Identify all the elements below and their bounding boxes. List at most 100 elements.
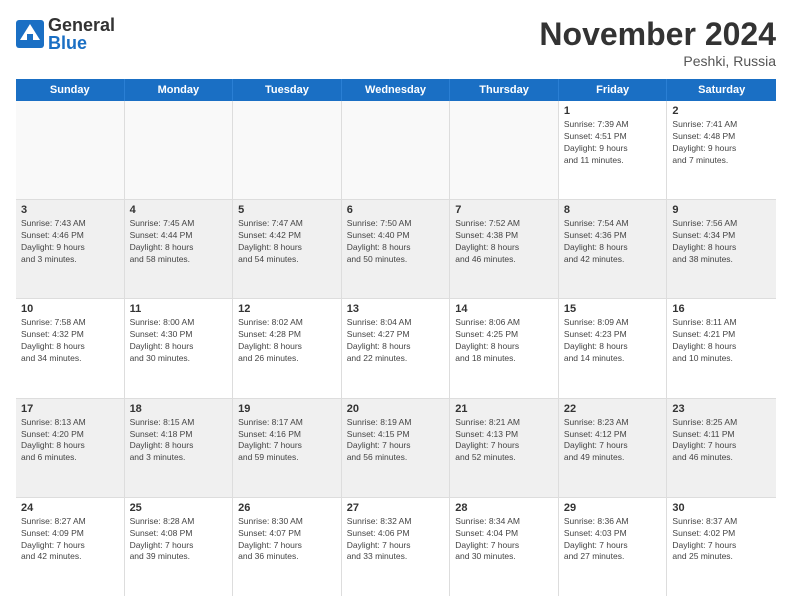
day-detail: Sunrise: 7:50 AM Sunset: 4:40 PM Dayligh… xyxy=(347,218,445,266)
header-wednesday: Wednesday xyxy=(342,79,451,101)
day-number: 4 xyxy=(130,204,228,216)
day-number: 16 xyxy=(672,303,771,315)
day-detail: Sunrise: 8:19 AM Sunset: 4:15 PM Dayligh… xyxy=(347,417,445,465)
calendar-cell-r4-c5: 29 Sunrise: 8:36 AM Sunset: 4:03 PM Dayli… xyxy=(559,498,668,596)
day-detail: Sunrise: 8:21 AM Sunset: 4:13 PM Dayligh… xyxy=(455,417,553,465)
location: Peshki, Russia xyxy=(539,53,776,69)
day-number: 6 xyxy=(347,204,445,216)
calendar-cell-r3-c0: 17Sunrise: 8:13 AM Sunset: 4:20 PM Dayli… xyxy=(16,399,125,497)
logo-general-text: General xyxy=(48,16,115,34)
calendar-cell-r0-c5: 1 Sunrise: 7:39 AM Sunset: 4:51 PM Daylig… xyxy=(559,101,668,199)
calendar-cell-r4-c3: 27Sunrise: 8:32 AM Sunset: 4:06 PM Dayli… xyxy=(342,498,451,596)
day-number: 10 xyxy=(21,303,119,315)
calendar-cell-r4-c0: 24 Sunrise: 8:27 AM Sunset: 4:09 PM Dayli… xyxy=(16,498,125,596)
calendar-cell-r2-c4: 14 Sunrise: 8:06 AM Sunset: 4:25 PM Dayli… xyxy=(450,299,559,397)
day-detail: Sunrise: 7:39 AM Sunset: 4:51 PM Dayligh… xyxy=(564,119,662,167)
calendar-row-0: 1 Sunrise: 7:39 AM Sunset: 4:51 PM Daylig… xyxy=(16,101,776,200)
calendar-row-1: 3 Sunrise: 7:43 AM Sunset: 4:46 PM Daylig… xyxy=(16,200,776,299)
day-detail: Sunrise: 8:09 AM Sunset: 4:23 PM Dayligh… xyxy=(564,317,662,365)
calendar-cell-r2-c6: 16Sunrise: 8:11 AM Sunset: 4:21 PM Dayli… xyxy=(667,299,776,397)
day-number: 7 xyxy=(455,204,553,216)
day-detail: Sunrise: 8:32 AM Sunset: 4:06 PM Dayligh… xyxy=(347,516,445,564)
calendar-cell-r4-c6: 30Sunrise: 8:37 AM Sunset: 4:02 PM Dayli… xyxy=(667,498,776,596)
calendar-cell-r3-c2: 19Sunrise: 8:17 AM Sunset: 4:16 PM Dayli… xyxy=(233,399,342,497)
day-detail: Sunrise: 8:15 AM Sunset: 4:18 PM Dayligh… xyxy=(130,417,228,465)
day-detail: Sunrise: 8:17 AM Sunset: 4:16 PM Dayligh… xyxy=(238,417,336,465)
day-number: 17 xyxy=(21,403,119,415)
day-detail: Sunrise: 7:47 AM Sunset: 4:42 PM Dayligh… xyxy=(238,218,336,266)
day-number: 5 xyxy=(238,204,336,216)
calendar-cell-r2-c2: 12Sunrise: 8:02 AM Sunset: 4:28 PM Dayli… xyxy=(233,299,342,397)
calendar-cell-r3-c4: 21 Sunrise: 8:21 AM Sunset: 4:13 PM Dayli… xyxy=(450,399,559,497)
calendar-cell-r1-c6: 9Sunrise: 7:56 AM Sunset: 4:34 PM Daylig… xyxy=(667,200,776,298)
day-number: 9 xyxy=(672,204,771,216)
header-saturday: Saturday xyxy=(667,79,776,101)
day-number: 18 xyxy=(130,403,228,415)
calendar-cell-r1-c5: 8 Sunrise: 7:54 AM Sunset: 4:36 PM Daylig… xyxy=(559,200,668,298)
day-number: 23 xyxy=(672,403,771,415)
day-detail: Sunrise: 8:27 AM Sunset: 4:09 PM Dayligh… xyxy=(21,516,119,564)
day-number: 13 xyxy=(347,303,445,315)
calendar-cell-r1-c4: 7 Sunrise: 7:52 AM Sunset: 4:38 PM Daylig… xyxy=(450,200,559,298)
calendar-cell-r2-c5: 15Sunrise: 8:09 AM Sunset: 4:23 PM Dayli… xyxy=(559,299,668,397)
calendar-cell-r2-c1: 11 Sunrise: 8:00 AM Sunset: 4:30 PM Dayli… xyxy=(125,299,234,397)
calendar-row-3: 17Sunrise: 8:13 AM Sunset: 4:20 PM Dayli… xyxy=(16,399,776,498)
calendar-cell-r0-c0 xyxy=(16,101,125,199)
calendar-cell-r0-c3 xyxy=(342,101,451,199)
day-number: 1 xyxy=(564,105,662,117)
calendar-cell-r0-c2 xyxy=(233,101,342,199)
day-detail: Sunrise: 7:52 AM Sunset: 4:38 PM Dayligh… xyxy=(455,218,553,266)
day-number: 2 xyxy=(672,105,771,117)
header: General Blue November 2024 Peshki, Russi… xyxy=(16,16,776,69)
day-number: 29 xyxy=(564,502,662,514)
calendar-cell-r3-c5: 22 Sunrise: 8:23 AM Sunset: 4:12 PM Dayli… xyxy=(559,399,668,497)
calendar-cell-r1-c2: 5 Sunrise: 7:47 AM Sunset: 4:42 PM Daylig… xyxy=(233,200,342,298)
calendar: Sunday Monday Tuesday Wednesday Thursday… xyxy=(16,79,776,596)
day-number: 28 xyxy=(455,502,553,514)
day-detail: Sunrise: 7:54 AM Sunset: 4:36 PM Dayligh… xyxy=(564,218,662,266)
calendar-row-4: 24 Sunrise: 8:27 AM Sunset: 4:09 PM Dayli… xyxy=(16,498,776,596)
day-number: 24 xyxy=(21,502,119,514)
day-detail: Sunrise: 8:25 AM Sunset: 4:11 PM Dayligh… xyxy=(672,417,771,465)
header-tuesday: Tuesday xyxy=(233,79,342,101)
calendar-cell-r1-c0: 3 Sunrise: 7:43 AM Sunset: 4:46 PM Daylig… xyxy=(16,200,125,298)
day-detail: Sunrise: 8:36 AM Sunset: 4:03 PM Dayligh… xyxy=(564,516,662,564)
day-number: 3 xyxy=(21,204,119,216)
day-detail: Sunrise: 7:41 AM Sunset: 4:48 PM Dayligh… xyxy=(672,119,771,167)
calendar-cell-r4-c2: 26Sunrise: 8:30 AM Sunset: 4:07 PM Dayli… xyxy=(233,498,342,596)
calendar-cell-r1-c1: 4Sunrise: 7:45 AM Sunset: 4:44 PM Daylig… xyxy=(125,200,234,298)
day-detail: Sunrise: 8:23 AM Sunset: 4:12 PM Dayligh… xyxy=(564,417,662,465)
day-detail: Sunrise: 8:37 AM Sunset: 4:02 PM Dayligh… xyxy=(672,516,771,564)
title-block: November 2024 Peshki, Russia xyxy=(539,16,776,69)
day-detail: Sunrise: 8:34 AM Sunset: 4:04 PM Dayligh… xyxy=(455,516,553,564)
day-detail: Sunrise: 8:28 AM Sunset: 4:08 PM Dayligh… xyxy=(130,516,228,564)
day-number: 20 xyxy=(347,403,445,415)
day-number: 8 xyxy=(564,204,662,216)
day-detail: Sunrise: 7:58 AM Sunset: 4:32 PM Dayligh… xyxy=(21,317,119,365)
day-number: 25 xyxy=(130,502,228,514)
day-detail: Sunrise: 8:04 AM Sunset: 4:27 PM Dayligh… xyxy=(347,317,445,365)
header-thursday: Thursday xyxy=(450,79,559,101)
day-number: 22 xyxy=(564,403,662,415)
calendar-cell-r4-c4: 28 Sunrise: 8:34 AM Sunset: 4:04 PM Dayli… xyxy=(450,498,559,596)
page: General Blue November 2024 Peshki, Russi… xyxy=(0,0,792,612)
day-number: 26 xyxy=(238,502,336,514)
logo: General Blue xyxy=(16,16,115,52)
calendar-cell-r0-c1 xyxy=(125,101,234,199)
calendar-cell-r0-c4 xyxy=(450,101,559,199)
logo-text: General Blue xyxy=(48,16,115,52)
calendar-cell-r1-c3: 6 Sunrise: 7:50 AM Sunset: 4:40 PM Daylig… xyxy=(342,200,451,298)
calendar-body: 1 Sunrise: 7:39 AM Sunset: 4:51 PM Daylig… xyxy=(16,101,776,596)
day-detail: Sunrise: 8:06 AM Sunset: 4:25 PM Dayligh… xyxy=(455,317,553,365)
day-detail: Sunrise: 7:43 AM Sunset: 4:46 PM Dayligh… xyxy=(21,218,119,266)
day-number: 21 xyxy=(455,403,553,415)
day-number: 12 xyxy=(238,303,336,315)
calendar-cell-r2-c3: 13 Sunrise: 8:04 AM Sunset: 4:27 PM Dayli… xyxy=(342,299,451,397)
calendar-header: Sunday Monday Tuesday Wednesday Thursday… xyxy=(16,79,776,101)
logo-blue-text: Blue xyxy=(48,34,115,52)
calendar-cell-r2-c0: 10 Sunrise: 7:58 AM Sunset: 4:32 PM Dayli… xyxy=(16,299,125,397)
day-number: 11 xyxy=(130,303,228,315)
day-detail: Sunrise: 8:00 AM Sunset: 4:30 PM Dayligh… xyxy=(130,317,228,365)
day-number: 14 xyxy=(455,303,553,315)
logo-icon xyxy=(16,20,44,48)
